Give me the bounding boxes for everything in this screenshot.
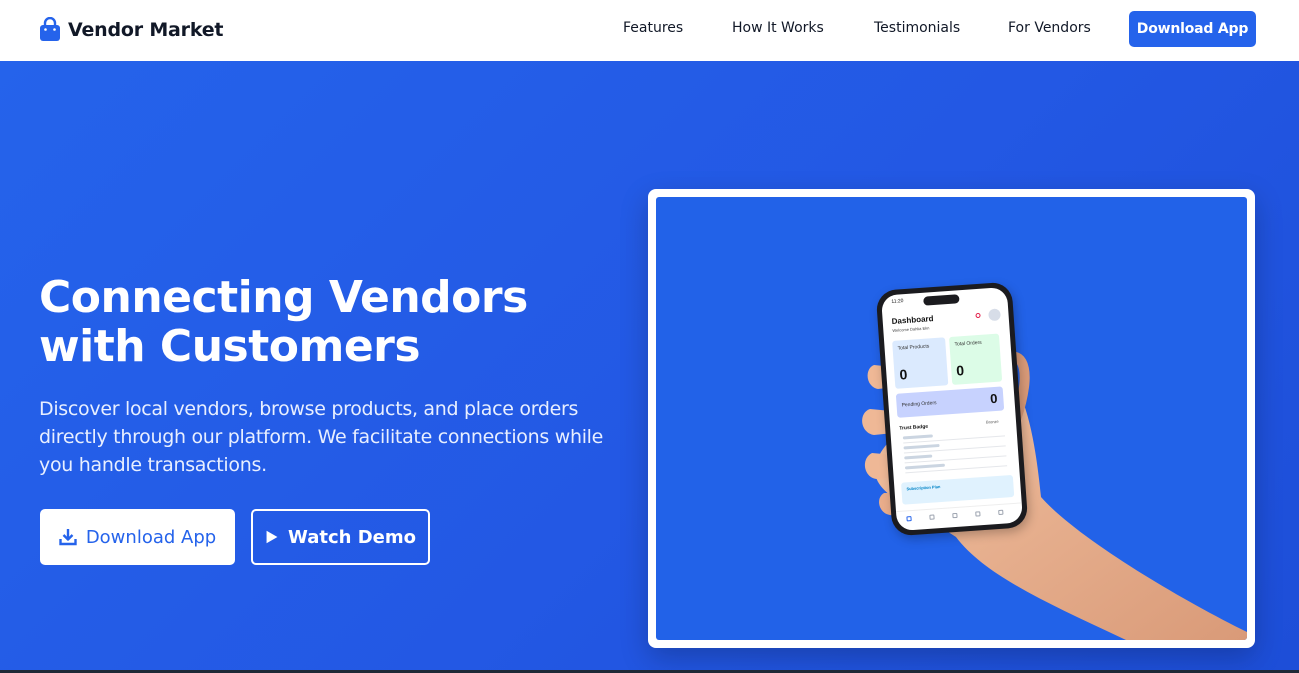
screen-title: Dashboard — [891, 314, 934, 326]
pending-orders-label: Pending Orders — [901, 400, 937, 409]
shopping-bag-icon — [40, 17, 60, 41]
total-orders-card: Total Orders 0 — [948, 333, 1003, 385]
hero-title: Connecting Vendors with Customers — [39, 272, 528, 372]
brand-logo[interactable]: Vendor Market — [39, 17, 224, 42]
hero-subtitle: Discover local vendors, browse products,… — [39, 398, 604, 476]
nav-link-testimonials[interactable]: Testimonials — [874, 20, 960, 36]
app-preview-image: 11:20 Dashboard Welcome Dahlia Ekn Total… — [656, 197, 1247, 640]
brand-name: Vendor Market — [68, 18, 224, 41]
phone-tabbar — [895, 502, 1024, 532]
subscription-plan-label: Subscription Plan — [906, 484, 941, 492]
messages-tab-icon — [975, 511, 981, 517]
trust-badge-label: Trust Badge — [899, 423, 929, 432]
watch-demo-button[interactable]: Watch Demo — [251, 509, 430, 565]
bell-icon — [975, 312, 981, 319]
subscription-plan-card: Subscription Plan — [901, 474, 1015, 505]
home-tab-icon — [906, 516, 912, 522]
trust-badge-level: Bronze — [985, 418, 999, 425]
products-tab-icon — [929, 514, 935, 520]
orders-tab-icon — [952, 512, 958, 519]
app-preview-frame: 11:20 Dashboard Welcome Dahlia Ekn Total… — [648, 189, 1255, 648]
phone-screen: 11:20 Dashboard Welcome Dahlia Ekn Total… — [880, 286, 1024, 532]
nav-link-how-it-works[interactable]: How It Works — [732, 20, 824, 36]
trust-row — [904, 454, 933, 460]
total-orders-label: Total Orders — [954, 339, 982, 348]
settings-tab-icon — [998, 509, 1004, 516]
download-app-label: Download App — [85, 526, 217, 548]
trust-row — [902, 434, 933, 440]
download-app-button[interactable]: Download App — [40, 509, 235, 565]
watch-demo-label: Watch Demo — [288, 526, 416, 548]
phone-mockup: 11:20 Dashboard Welcome Dahlia Ekn Total… — [875, 281, 1029, 537]
avatar — [988, 308, 1001, 322]
total-products-card: Total Products 0 — [892, 337, 949, 389]
trust-row — [904, 463, 946, 470]
nav-link-features[interactable]: Features — [623, 20, 683, 36]
dynamic-island — [923, 294, 960, 306]
trust-row — [903, 443, 940, 450]
status-time: 11:20 — [891, 298, 904, 305]
top-navbar: Vendor Market Features How It Works Test… — [0, 0, 1299, 61]
total-orders-value: 0 — [955, 362, 965, 379]
nav-link-for-vendors[interactable]: For Vendors — [1008, 20, 1091, 36]
download-icon — [59, 529, 77, 546]
total-products-value: 0 — [898, 366, 908, 383]
nav-download-app-button[interactable]: Download App — [1129, 11, 1256, 47]
total-products-label: Total Products — [897, 343, 930, 352]
pending-orders-value: 0 — [989, 390, 998, 407]
pending-orders-card: Pending Orders 0 — [895, 386, 1005, 418]
play-icon — [266, 530, 278, 544]
screen-welcome: Welcome Dahlia Ekn — [892, 325, 930, 333]
